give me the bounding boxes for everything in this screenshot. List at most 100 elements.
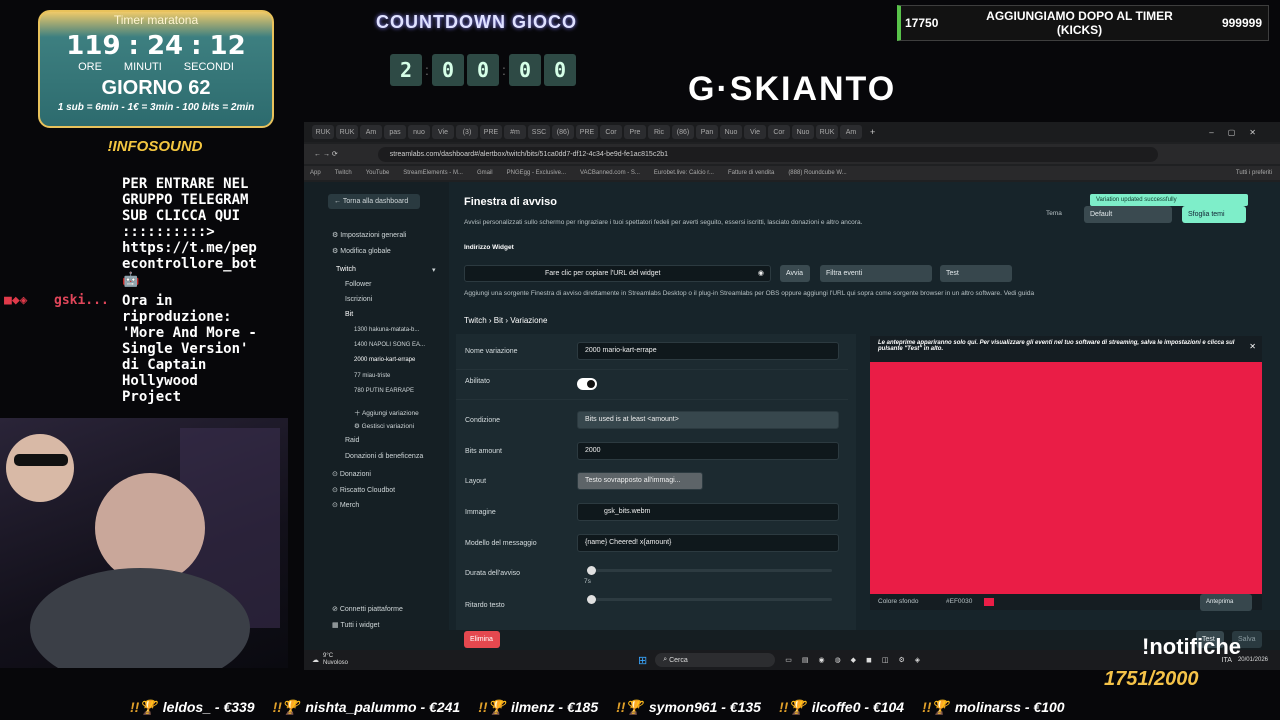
variation-name-input[interactable]: 2000 mario-kart-errape (577, 342, 839, 360)
sidebar-variation[interactable]: 77 miau-triste (354, 373, 390, 379)
browser-tab[interactable]: Nuo (792, 125, 814, 139)
image-file-input[interactable]: gsk_bits.webm (577, 503, 839, 521)
manage-variations-button[interactable]: ⚙ Gestisci variazioni (354, 422, 414, 430)
bookmark[interactable]: (888) Roundcube W... (788, 170, 846, 176)
browser-tab[interactable]: (86) (672, 125, 694, 139)
bookmarks-bar: App Twitch YouTube StreamElements - M...… (304, 166, 1280, 180)
sidebar-item-riscatto[interactable]: ⊙ Riscatto Cloudbot (332, 486, 395, 494)
sidebar-item-all-widgets[interactable]: ▦ Tutti i widget (332, 621, 379, 629)
browser-tab[interactable]: PRE (480, 125, 502, 139)
browser-tab[interactable]: (3) (456, 125, 478, 139)
back-to-dashboard-button[interactable]: ← Torna alla dashboard (328, 194, 420, 209)
sidebar-item-raid[interactable]: Raid (345, 437, 359, 444)
bookmark[interactable]: YouTube (366, 170, 390, 176)
bookmark[interactable]: StreamElements - M... (403, 170, 463, 176)
kicks-goal-bar: 17750 AGGIUNGIAMO DOPO AL TIMER (KICKS) … (897, 5, 1269, 41)
sidebar-variation[interactable]: 1300 hakuna-matata-b... (354, 327, 419, 333)
alert-duration-slider[interactable] (587, 566, 832, 575)
browser-tab[interactable]: Cor (768, 125, 790, 139)
browser-tab[interactable]: Cor (600, 125, 622, 139)
enabled-toggle[interactable] (577, 378, 597, 390)
browser-tab[interactable]: Ric (648, 125, 670, 139)
bookmark-all[interactable]: Tutti i preferiti (1236, 170, 1280, 176)
add-variation-button[interactable]: ＋ Aggiungi variazione (354, 407, 419, 417)
theme-select[interactable]: Default (1084, 206, 1172, 223)
new-tab-icon[interactable]: + (870, 127, 875, 137)
sidebar-item-global-edit[interactable]: ⚙ Modifica globale (332, 247, 391, 255)
browser-tab[interactable]: #m (504, 125, 526, 139)
browser-tab[interactable]: nuo (408, 125, 430, 139)
taskbar-app-icons[interactable]: ▭▤◉◍◆◼◫⚙◈ (785, 656, 930, 664)
weather-icon[interactable]: ☁ (312, 656, 319, 664)
bookmark[interactable]: PNGEgg - Exclusive... (507, 170, 566, 176)
url-input[interactable]: streamlabs.com/dashboard#/alertbox/twitc… (377, 146, 1158, 162)
condition-select[interactable]: Bits used is at least <amount> (577, 411, 839, 429)
bookmark[interactable]: Fatture di vendita (728, 170, 774, 176)
nav-arrows-icon[interactable]: ← → ⟳ (314, 150, 338, 158)
browser-tab[interactable]: Pan (696, 125, 718, 139)
countdown-digit: 0 (544, 54, 576, 86)
ticker-text: leldos_ - €339 (162, 699, 255, 715)
browser-tab[interactable]: Vie (432, 125, 454, 139)
back-label: Torna alla dashboard (342, 198, 409, 205)
bookmark[interactable]: VACBanned.com - S... (580, 170, 640, 176)
sidebar-item-iscrizioni[interactable]: Iscrizioni (345, 296, 372, 303)
windows-start-icon[interactable]: ⊞ (638, 654, 647, 667)
test-dropdown-button[interactable]: Test (940, 265, 1012, 282)
sidebar-variation-active[interactable]: 2000 mario-kart-errape (354, 357, 415, 363)
chevron-down-icon[interactable]: ▾ (432, 266, 436, 274)
chat-line: https://t.me/pep (122, 240, 257, 256)
slider-knob[interactable] (587, 566, 596, 575)
window-controls-icon[interactable]: –▢✕ (1209, 128, 1280, 137)
message-template-input[interactable]: {name} Cheered! x{amount} (577, 534, 839, 552)
sidebar-item-bit[interactable]: Bit (345, 311, 353, 318)
browser-tab[interactable]: (86) (552, 125, 574, 139)
sidebar-item-charity[interactable]: Donazioni di beneficenza (345, 453, 423, 460)
widget-url-copy-field[interactable]: Fare clic per copiare l'URL del widget ◉ (464, 265, 771, 282)
launch-button[interactable]: Avvia (780, 265, 810, 282)
bg-color-value[interactable]: #EF0030 (946, 598, 972, 605)
filter-events-select[interactable]: Filtra eventi (820, 265, 932, 282)
bookmark[interactable]: App (310, 170, 321, 176)
browser-tab[interactable]: Nuo (720, 125, 742, 139)
browser-tab[interactable]: RUK (336, 125, 358, 139)
donation-ticker: !!🏆 leldos_ - €339 !!🏆 nishta_palummo - €2… (0, 695, 1280, 720)
slider-knob[interactable] (587, 595, 596, 604)
bookmark[interactable]: Gmail (477, 170, 493, 176)
preview-canvas (870, 362, 1262, 594)
layout-select[interactable]: Testo sovrapposto all'immagi... (577, 472, 703, 490)
sidebar-item-donazioni[interactable]: ⊙ Donazioni (332, 470, 371, 478)
preview-button[interactable]: Anteprima (1200, 594, 1252, 611)
delete-button[interactable]: Elimina (464, 631, 500, 648)
bookmark[interactable]: Eurobet.live: Calcio r... (654, 170, 714, 176)
sidebar-variation[interactable]: 1400 NAPOLI SONG EA... (354, 342, 425, 348)
variation-name-row: Nome variazione 2000 mario-kart-errape (456, 340, 848, 370)
bookmark[interactable]: Twitch (335, 170, 352, 176)
browser-tab[interactable]: SSC (528, 125, 550, 139)
weather[interactable]: 9°C Nuvoloso (323, 653, 348, 667)
browser-tab[interactable]: Vie (744, 125, 766, 139)
browser-tab[interactable]: Pre (624, 125, 646, 139)
bg-color-swatch[interactable] (984, 598, 994, 606)
eye-icon[interactable]: ◉ (758, 266, 764, 281)
sidebar-item-general-settings[interactable]: ⚙ Impostazioni generali (332, 231, 406, 239)
sidebar-item-connect-platforms[interactable]: ⊘ Connetti piattaforme (332, 605, 403, 613)
taskbar-search[interactable]: ⌕ Cerca (655, 653, 776, 667)
sidebar-item-twitch[interactable]: Twitch (336, 266, 356, 273)
sidebar-variation[interactable]: 780 PUTIN EARRAPE (354, 388, 414, 394)
sidebar-item-follower[interactable]: Follower (345, 281, 371, 288)
clock-date[interactable]: 20/01/2026 (1238, 657, 1268, 663)
bits-amount-input[interactable]: 2000 (577, 442, 839, 460)
browser-tab[interactable]: Am (360, 125, 382, 139)
browse-themes-button[interactable]: Sfoglia temi (1182, 206, 1246, 223)
countdown-separator: : (502, 62, 506, 78)
text-delay-slider[interactable] (587, 595, 832, 604)
browser-tab[interactable]: RUK (312, 125, 334, 139)
browser-tab[interactable]: pas (384, 125, 406, 139)
browser-tab[interactable]: PRE (576, 125, 598, 139)
ticker-text: nishta_palummo - €241 (305, 699, 461, 715)
sidebar-item-merch[interactable]: ⊙ Merch (332, 501, 359, 509)
browser-tab[interactable]: Am (840, 125, 862, 139)
close-icon[interactable]: ✕ (1249, 342, 1256, 351)
browser-tab[interactable]: RUK (816, 125, 838, 139)
